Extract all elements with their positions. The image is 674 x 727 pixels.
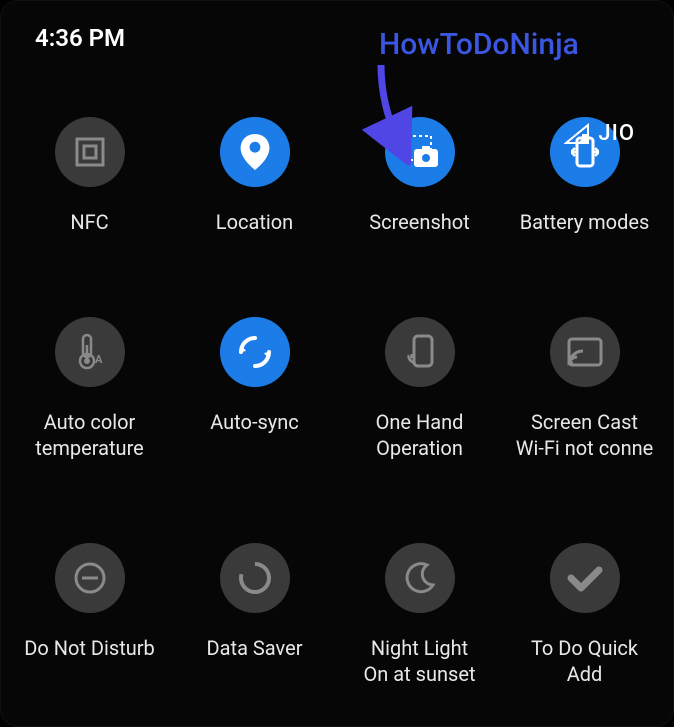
tile-night-light[interactable]: Night Light On at sunset	[337, 543, 502, 687]
check-icon	[550, 543, 620, 613]
moon-icon	[385, 543, 455, 613]
tile-do-not-disturb[interactable]: Do Not Disturb	[7, 543, 172, 687]
tile-screen-cast[interactable]: Screen Cast Wi-Fi not conne	[502, 317, 667, 461]
cast-icon	[550, 317, 620, 387]
tile-label: Auto-sync	[206, 409, 303, 435]
tile-label: Screenshot	[365, 209, 473, 235]
tile-label: To Do Quick Add	[527, 635, 642, 687]
thermometer-icon: A	[55, 317, 125, 387]
quick-settings-panel: 4:36 PM JIO HowToDoNinja	[0, 0, 674, 727]
tile-label: Auto color temperature	[31, 409, 148, 461]
one-hand-icon	[385, 317, 455, 387]
tile-label: Night Light On at sunset	[359, 635, 479, 687]
tile-label: One Hand Operation	[372, 409, 468, 461]
sync-icon	[220, 317, 290, 387]
tile-screenshot[interactable]: Screenshot	[337, 117, 502, 235]
tile-data-saver[interactable]: Data Saver	[172, 543, 337, 687]
nfc-icon	[55, 117, 125, 187]
tile-nfc[interactable]: NFC	[7, 117, 172, 235]
tile-label: Battery modes	[516, 209, 654, 235]
status-right: JIO	[564, 121, 635, 146]
carrier-label: JIO	[598, 121, 635, 146]
svg-text:A: A	[95, 353, 103, 366]
tile-todo-quick-add[interactable]: To Do Quick Add	[502, 543, 667, 687]
tile-one-hand-operation[interactable]: One Hand Operation	[337, 317, 502, 461]
tile-label: Location	[212, 209, 297, 235]
data-saver-icon	[220, 543, 290, 613]
tile-label: Do Not Disturb	[20, 635, 159, 661]
tile-auto-color-temperature[interactable]: A Auto color temperature	[7, 317, 172, 461]
tile-auto-sync[interactable]: Auto-sync	[172, 317, 337, 461]
tile-label: NFC	[66, 209, 112, 235]
tile-location[interactable]: Location	[172, 117, 337, 235]
annotation-text: HowToDoNinja	[379, 27, 579, 62]
cellular-signal-icon	[564, 123, 590, 145]
clock-time: 4:36 PM	[35, 24, 125, 52]
tile-label: Data Saver	[203, 635, 307, 661]
tile-label: Screen Cast Wi-Fi not conne	[512, 409, 658, 461]
screenshot-icon	[385, 117, 455, 187]
dnd-icon	[55, 543, 125, 613]
location-pin-icon	[220, 117, 290, 187]
quick-settings-grid: NFC Location Screenshot	[1, 117, 673, 687]
